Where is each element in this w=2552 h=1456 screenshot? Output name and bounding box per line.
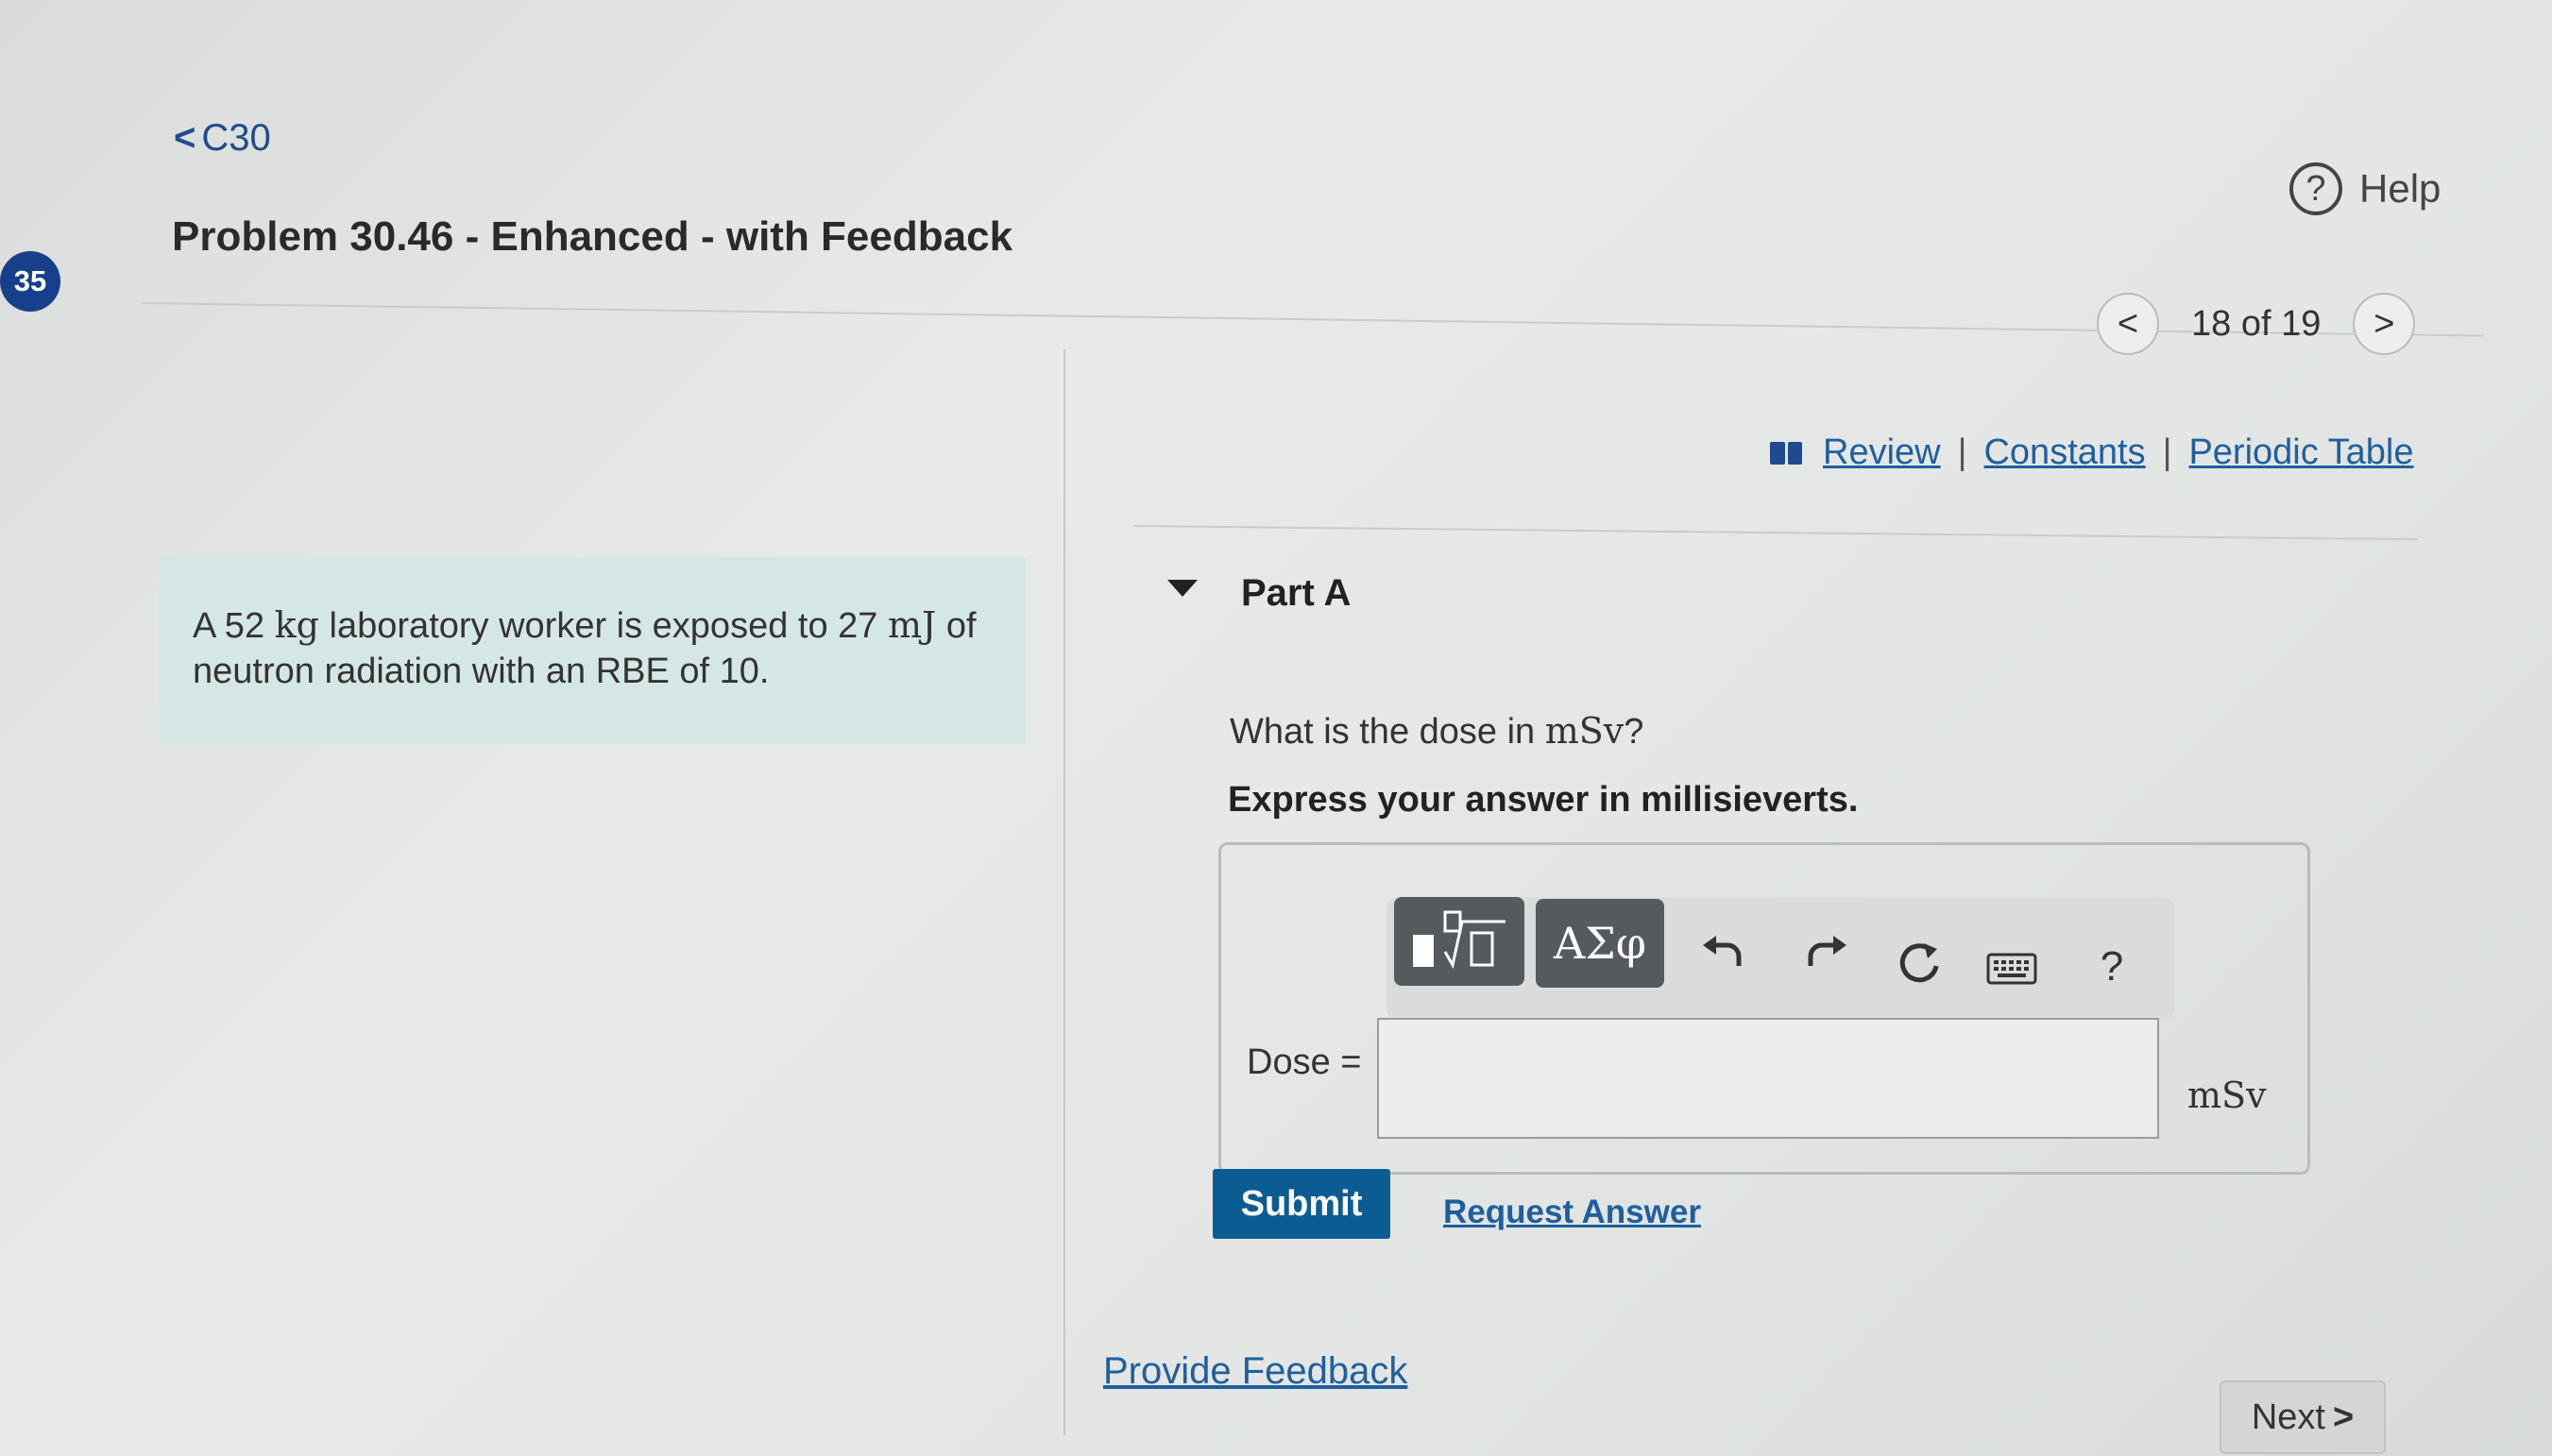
link-separator: | [1957, 432, 1967, 472]
next-button[interactable]: Next > [2220, 1380, 2386, 1454]
redo-button[interactable] [1798, 925, 1855, 982]
unit-mj: mJ [887, 604, 937, 646]
problem-statement: A 52 kg laboratory worker is exposed to … [159, 557, 1026, 744]
problem-text: laboratory worker is exposed to 27 [319, 606, 888, 646]
keyboard-icon [1986, 953, 2037, 985]
book-icon [1770, 441, 1802, 465]
question-unit: mSv [1544, 710, 1625, 752]
help-label: Help [2359, 166, 2441, 211]
dose-input[interactable] [1377, 1018, 2159, 1139]
question-circle-icon: ? [2289, 162, 2342, 215]
constants-link[interactable]: Constants [1983, 432, 2145, 473]
page-title: Problem 30.46 - Enhanced - with Feedback [172, 213, 1013, 260]
previous-problem-button[interactable]: < [2097, 293, 2159, 355]
greek-symbols-button[interactable]: ΑΣφ [1536, 899, 1664, 988]
undo-button[interactable] [1694, 925, 1751, 982]
chevron-left-icon: < [174, 117, 196, 159]
unit-kg: kg [274, 604, 319, 646]
keyboard-button[interactable] [1983, 940, 2040, 997]
chevron-right-icon: > [2332, 1397, 2355, 1437]
back-to-assignment-link[interactable]: < C30 [174, 117, 271, 160]
question-prefix: What is the dose in [1230, 712, 1545, 752]
reset-button[interactable] [1891, 935, 1948, 991]
question-text: What is the dose in mSv? [1230, 710, 1643, 753]
templates-button[interactable] [1394, 897, 1524, 986]
collapse-triangle-icon[interactable] [1167, 580, 1198, 597]
pagination-text: 18 of 19 [2191, 303, 2322, 344]
submit-button[interactable]: Submit [1213, 1169, 1390, 1239]
request-answer-link[interactable]: Request Answer [1443, 1194, 1701, 1231]
toolbar-help-button[interactable]: ? [2084, 939, 2140, 995]
dose-unit: mSv [2187, 1075, 2267, 1116]
next-problem-button[interactable]: > [2353, 293, 2416, 355]
part-divider [1132, 525, 2418, 541]
link-separator: | [2162, 432, 2172, 472]
next-label: Next [2251, 1397, 2325, 1437]
problem-number-badge[interactable]: 35 [0, 251, 60, 312]
redo-icon [1808, 936, 1846, 966]
review-link[interactable]: Review [1823, 432, 1941, 473]
pagination: < 18 of 19 > [2097, 293, 2416, 355]
help-button[interactable]: ? Help [2289, 162, 2441, 215]
dose-label: Dose = [1247, 1042, 1362, 1082]
column-divider [1063, 349, 1065, 1435]
templates-icon [1413, 910, 1506, 970]
back-link-label: C30 [201, 117, 271, 159]
reset-icon [1899, 943, 1939, 983]
answer-instruction: Express your answer in millisieverts. [1228, 780, 1859, 820]
undo-icon [1703, 936, 1742, 966]
part-label[interactable]: Part A [1241, 572, 1351, 615]
question-suffix: ? [1624, 712, 1644, 752]
provide-feedback-link[interactable]: Provide Feedback [1103, 1350, 1407, 1393]
problem-text: A 52 [193, 606, 275, 646]
periodic-table-link[interactable]: Periodic Table [2188, 432, 2413, 473]
resource-links: Review | Constants | Periodic Table [1770, 432, 2413, 473]
